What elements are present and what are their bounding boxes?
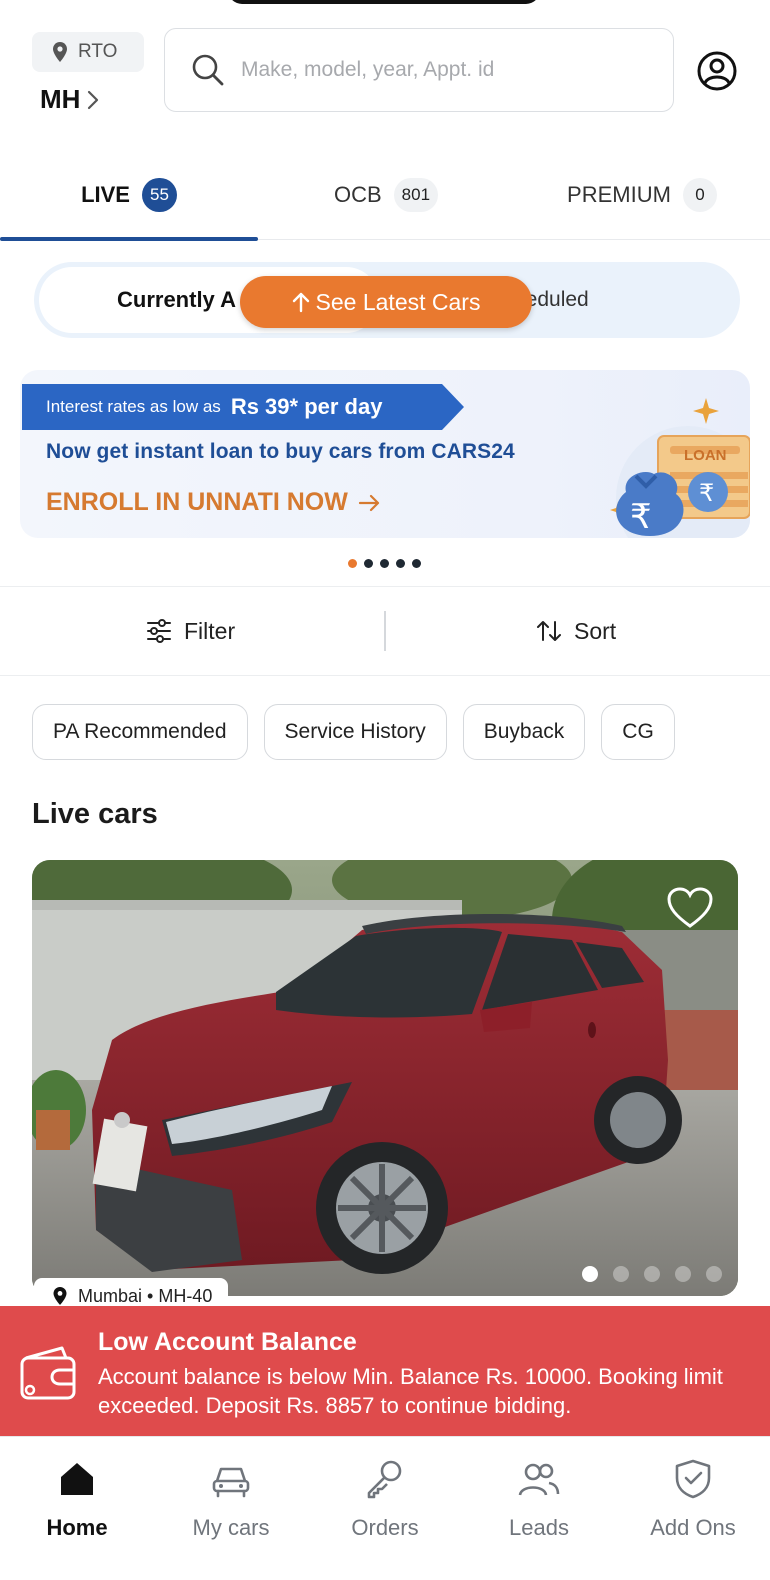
interest-rate-ribbon: Interest rates as low as Rs 39* per day: [22, 384, 464, 430]
see-latest-cars-button[interactable]: See Latest Cars: [240, 276, 532, 328]
people-icon: [518, 1463, 560, 1496]
nav-orders[interactable]: Orders: [308, 1457, 462, 1567]
image-dot[interactable]: [613, 1266, 629, 1282]
car-listing-card[interactable]: [32, 860, 738, 1296]
image-carousel-dots: [582, 1266, 722, 1282]
location-pin-icon: [53, 42, 67, 62]
banner-carousel-dots: [348, 559, 421, 568]
sort-icon: [537, 621, 561, 641]
tab-label: LIVE: [81, 182, 130, 207]
header: RTO MH: [0, 0, 770, 140]
image-dot[interactable]: [675, 1266, 691, 1282]
search-icon: [192, 54, 224, 86]
see-latest-cars-label: See Latest Cars: [315, 288, 481, 315]
segment-label: Currently A: [117, 287, 236, 312]
enroll-unnati-link[interactable]: ENROLL IN UNNATI NOW: [46, 488, 382, 517]
sort-button[interactable]: Sort: [536, 587, 616, 675]
alert-title: Low Account Balance: [98, 1328, 357, 1356]
tab-ocb[interactable]: OCB 801: [258, 150, 514, 240]
sort-label: Sort: [574, 617, 617, 644]
rto-label: RTO: [78, 41, 118, 62]
nav-add-ons[interactable]: Add Ons: [616, 1457, 770, 1567]
filter-sort-divider: [384, 611, 386, 651]
arrow-up-icon: [292, 292, 309, 313]
carousel-dot[interactable]: [396, 559, 405, 568]
chip-service-history[interactable]: Service History: [263, 704, 447, 760]
section-title: Live cars: [32, 798, 158, 830]
filter-icon: [147, 619, 171, 643]
tab-label: PREMIUM: [567, 182, 671, 207]
active-tab-indicator: [0, 237, 258, 241]
key-icon: [367, 1460, 402, 1499]
tab-live[interactable]: LIVE 55: [0, 150, 258, 240]
rupee-coin-icon: ₹: [699, 479, 714, 507]
ribbon-big-text: Rs 39* per day: [230, 394, 383, 419]
nav-home[interactable]: Home: [0, 1457, 154, 1567]
rupee-bag-icon: ₹: [630, 497, 652, 537]
car-icon: [212, 1467, 250, 1498]
state-code: MH: [40, 84, 81, 114]
ribbon-small-text: Interest rates as low as: [46, 397, 221, 416]
nav-label: My cars: [192, 1515, 270, 1540]
banner-description: Now get instant loan to buy cars from CA…: [46, 440, 515, 463]
state-selector[interactable]: MH: [40, 84, 100, 115]
nav-label: Leads: [509, 1515, 569, 1540]
tab-count-badge: 0: [682, 178, 717, 212]
tab-count-badge: 801: [393, 178, 439, 212]
nav-label: Home: [46, 1515, 108, 1540]
image-dot[interactable]: [582, 1266, 598, 1282]
low-balance-alert[interactable]: Low Account Balance Account balance is b…: [0, 1306, 770, 1436]
shield-check-icon: [675, 1459, 711, 1499]
listing-tabs: LIVE 55 OCB 801 PREMIUM 0: [0, 150, 770, 241]
carousel-dot[interactable]: [348, 559, 357, 568]
nav-label: Orders: [351, 1515, 419, 1540]
quick-filter-chips: PA Recommended Service History Buyback C…: [32, 704, 675, 760]
search-input[interactable]: [241, 58, 661, 82]
enroll-cta-label: ENROLL IN UNNATI NOW: [46, 488, 348, 516]
loan-promo-banner[interactable]: Interest rates as low as Rs 39* per day …: [20, 370, 750, 538]
filter-label: Filter: [184, 617, 236, 644]
chip-cg[interactable]: CG: [601, 704, 675, 760]
carousel-dot[interactable]: [380, 559, 389, 568]
tab-label: OCB: [333, 182, 382, 207]
image-dot[interactable]: [644, 1266, 660, 1282]
carousel-dot[interactable]: [412, 559, 421, 568]
car-location: Mumbai • MH-40: [78, 1285, 213, 1306]
location-pin-icon: [53, 1287, 67, 1305]
filter-sort-bar: Filter Sort: [0, 586, 770, 676]
bottom-navigation: Home My cars Orders Leads Add Ons: [0, 1436, 770, 1580]
tab-premium[interactable]: PREMIUM 0: [514, 150, 770, 240]
filter-button[interactable]: Filter: [146, 587, 235, 675]
nav-label: Add Ons: [650, 1515, 736, 1540]
favorite-heart-icon[interactable]: [666, 886, 714, 930]
loan-money-illustration: LOAN ₹ ₹: [610, 398, 750, 538]
nav-leads[interactable]: Leads: [462, 1457, 616, 1567]
nav-my-cars[interactable]: My cars: [154, 1457, 308, 1567]
carousel-dot[interactable]: [364, 559, 373, 568]
wallet-icon: [20, 1346, 76, 1400]
tab-count-badge: 55: [141, 178, 177, 212]
alert-message: Account balance is below Min. Balance Rs…: [98, 1364, 723, 1418]
chip-buyback[interactable]: Buyback: [462, 704, 586, 760]
profile-icon[interactable]: [696, 50, 738, 92]
search-bar[interactable]: [164, 28, 674, 112]
chevron-right-icon: [88, 90, 99, 109]
rto-chip[interactable]: RTO: [32, 32, 144, 72]
home-icon: [61, 1463, 93, 1495]
chip-pa-recommended[interactable]: PA Recommended: [32, 704, 248, 760]
loan-tag-text: LOAN: [684, 447, 727, 464]
car-photo: [32, 860, 738, 1296]
image-dot[interactable]: [706, 1266, 722, 1282]
arrow-right-icon: [358, 494, 379, 511]
